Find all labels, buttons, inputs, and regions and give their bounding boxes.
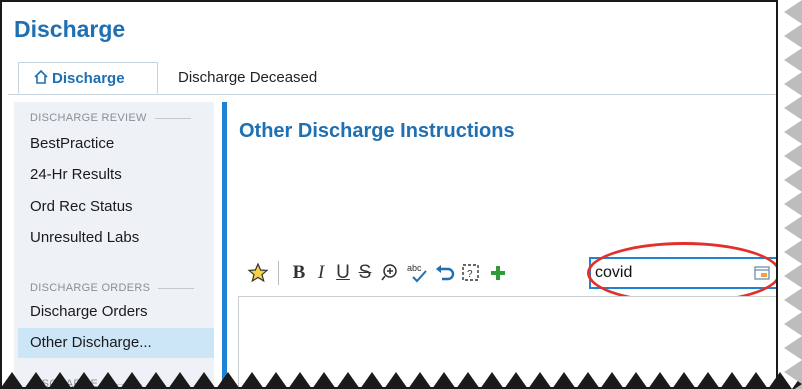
sidebar-item-unresulted-labs[interactable]: Unresulted Labs xyxy=(30,229,139,246)
sidebar-item-ord-rec-status[interactable]: Ord Rec Status xyxy=(30,198,133,215)
italic-button[interactable]: I xyxy=(312,259,330,287)
tab-discharge-label: Discharge xyxy=(52,70,125,87)
search-input[interactable] xyxy=(595,262,745,284)
bold-button[interactable]: B xyxy=(290,259,308,287)
star-icon[interactable] xyxy=(246,259,270,287)
page-title: Discharge xyxy=(14,16,126,42)
tab-discharge-deceased[interactable]: Discharge Deceased xyxy=(178,62,317,94)
smartphrase-search[interactable] xyxy=(589,257,776,289)
zoom-plus-icon[interactable] xyxy=(380,259,402,287)
svg-text:abc: abc xyxy=(407,263,422,273)
torn-edge-bottom xyxy=(0,372,802,389)
toolbar-divider xyxy=(278,261,279,285)
tab-bar: Discharge Discharge Deceased xyxy=(8,62,776,95)
section-discharge-orders: DISCHARGE ORDERS xyxy=(30,282,194,294)
sidebar-item-discharge-orders[interactable]: Discharge Orders xyxy=(30,303,148,320)
app-window: Discharge Discharge Discharge Deceased D… xyxy=(0,0,778,389)
plus-icon[interactable] xyxy=(488,259,508,287)
undo-icon[interactable] xyxy=(434,259,456,287)
section-heading: Other Discharge Instructions xyxy=(239,120,515,142)
strikethrough-button[interactable]: S xyxy=(356,259,374,287)
sidebar-item-other-discharge[interactable]: Other Discharge... xyxy=(18,328,214,358)
section-discharge-review: DISCHARGE REVIEW xyxy=(30,112,191,124)
sidebar-item-24hr-results[interactable]: 24-Hr Results xyxy=(30,166,122,183)
sidebar-item-bestpractice[interactable]: BestPractice xyxy=(30,135,114,152)
smarttext-icon[interactable]: ? xyxy=(460,259,482,287)
section-indicator-bar xyxy=(222,102,227,387)
underline-button[interactable]: U xyxy=(334,259,352,287)
torn-edge-right xyxy=(784,0,802,389)
svg-text:?: ? xyxy=(467,269,473,280)
spellcheck-icon[interactable]: abc xyxy=(406,259,430,287)
window-icon[interactable] xyxy=(753,264,771,282)
home-icon xyxy=(34,69,48,84)
tab-discharge[interactable]: Discharge xyxy=(18,62,158,94)
sidebar: DISCHARGE REVIEW BestPractice 24-Hr Resu… xyxy=(14,102,214,387)
